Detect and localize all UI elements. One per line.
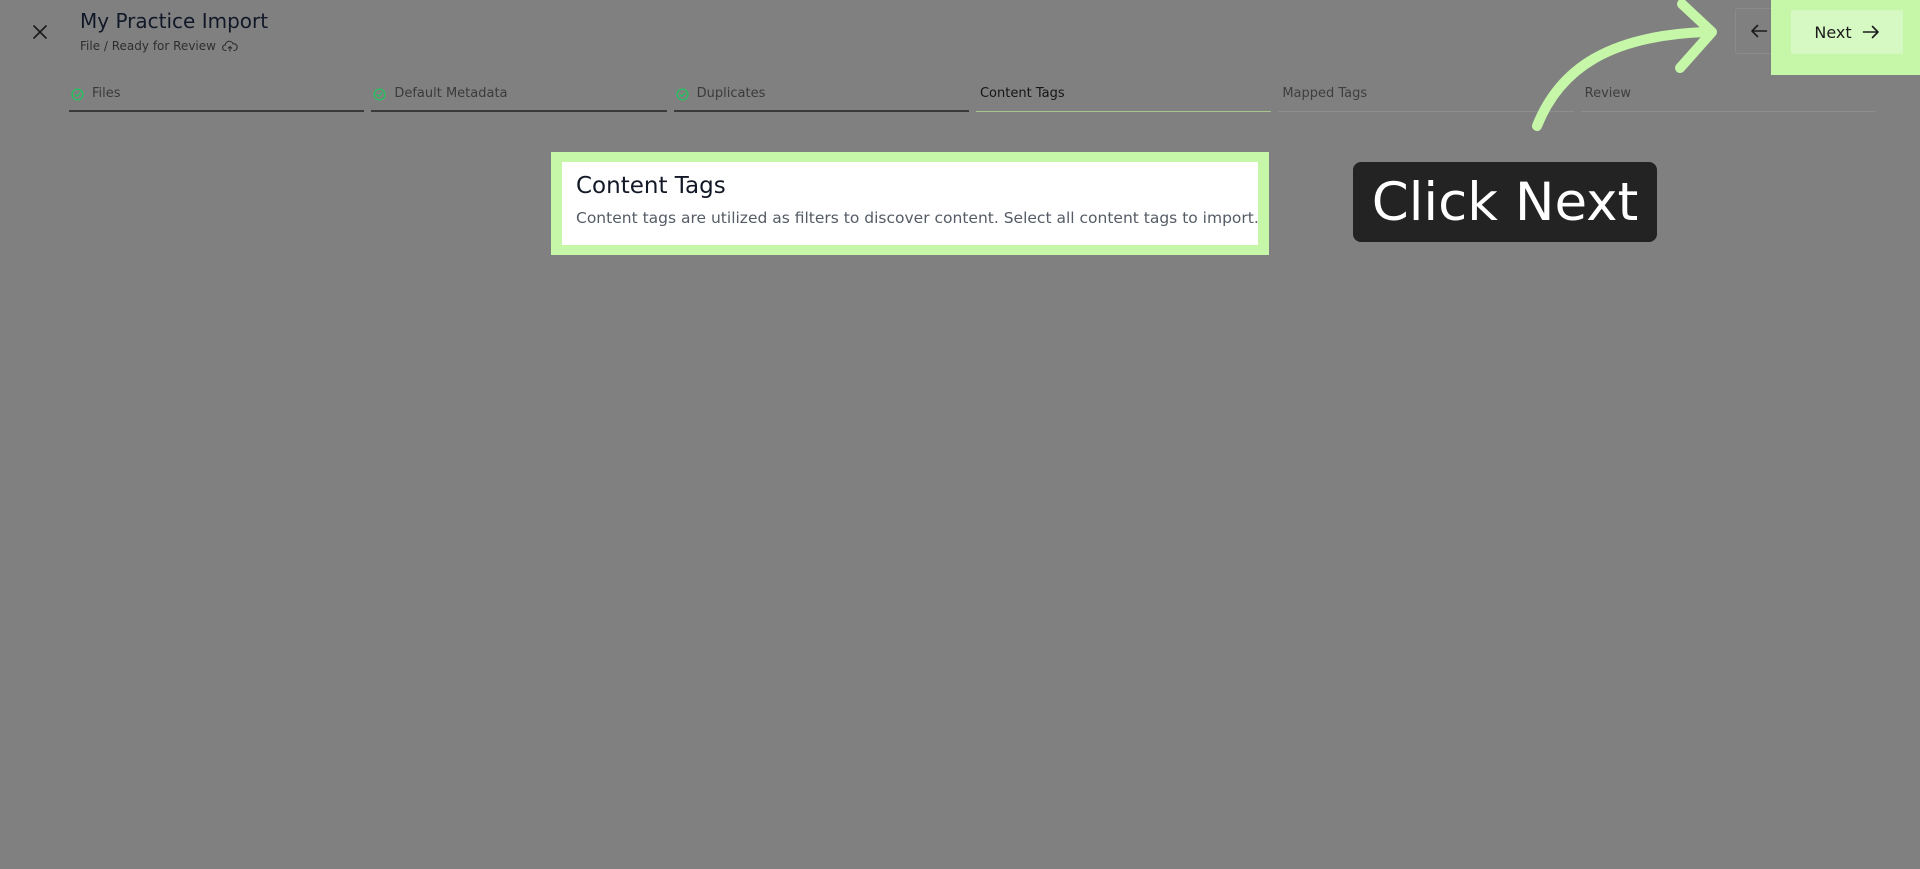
breadcrumb: File / Ready for Review (80, 39, 238, 53)
step-label: Mapped Tags (1282, 86, 1368, 101)
next-button[interactable]: Next (1791, 10, 1903, 54)
step-label: Content Tags (979, 86, 1065, 101)
cloud-upload-icon (222, 40, 238, 52)
step-files[interactable]: Files (69, 86, 365, 112)
step-progress-bar (975, 111, 1272, 112)
breadcrumb-text: File / Ready for Review (80, 39, 216, 53)
check-circle-icon (373, 88, 386, 101)
section-description: Content tags are utilized as filters to … (576, 209, 1259, 227)
step-label: Default Metadata (394, 86, 508, 101)
next-button-label: Next (1814, 22, 1852, 42)
close-icon (33, 25, 47, 39)
step-progress-bar (371, 110, 667, 112)
guide-tooltip: Click Next (1353, 162, 1657, 242)
step-duplicates[interactable]: Duplicates (673, 86, 969, 112)
section-title: Content Tags (576, 173, 726, 199)
step-description-highlight: Content Tags Content tags are utilized a… (551, 152, 1269, 255)
page-title: My Practice Import (80, 9, 269, 33)
arrow-right-icon (1862, 25, 1879, 39)
step-progress-bar (69, 110, 365, 112)
step-label: Duplicates (696, 86, 766, 101)
step-description-card: Content Tags Content tags are utilized a… (562, 162, 1259, 245)
guide-arrow-icon (1532, 0, 1717, 131)
check-circle-icon (71, 88, 84, 101)
close-button[interactable] (28, 20, 52, 44)
step-default-metadata[interactable]: Default Metadata (371, 86, 667, 112)
check-circle-icon (676, 88, 689, 101)
step-label: Files (92, 86, 121, 101)
step-content-tags[interactable]: Content Tags (975, 86, 1272, 112)
step-progress-bar (673, 110, 969, 112)
